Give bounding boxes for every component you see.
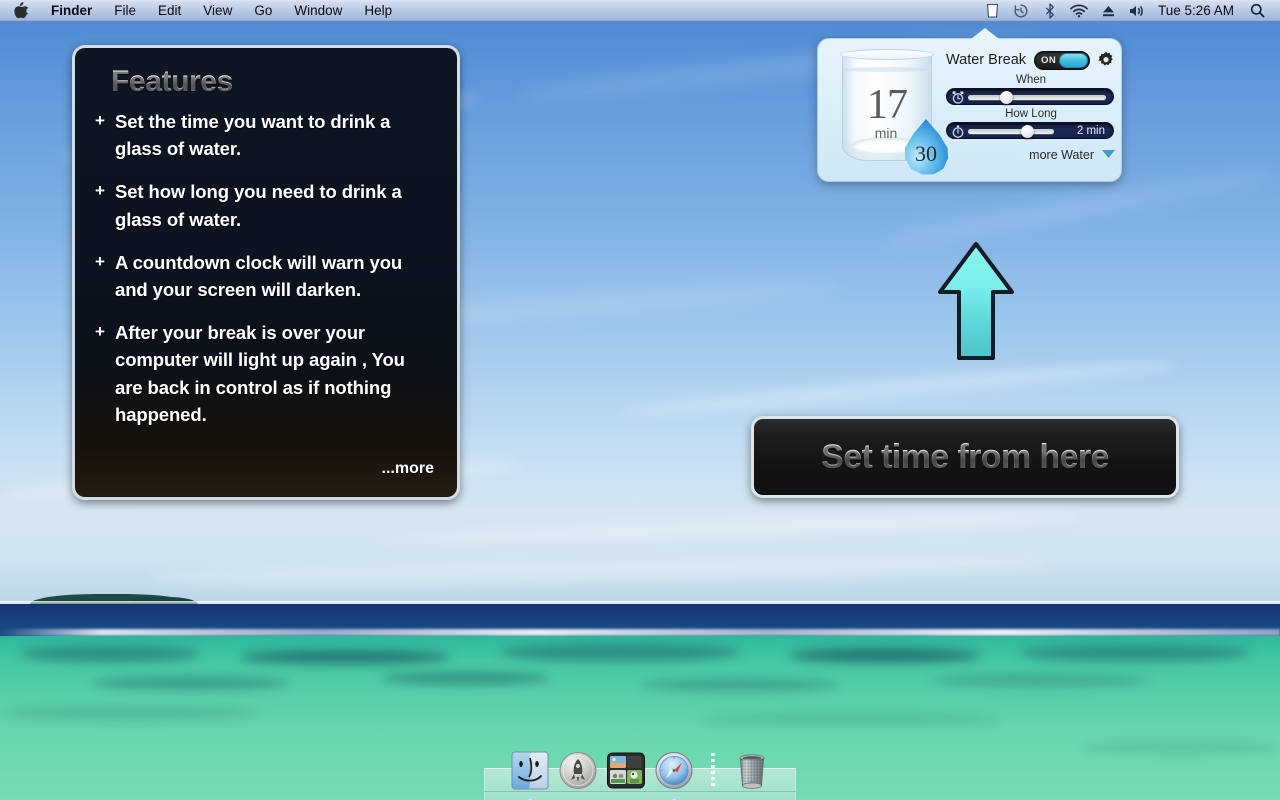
callout-banner: Set time from here xyxy=(751,416,1179,498)
reef-patch xyxy=(1080,740,1280,756)
feature-text: A countdown clock will warn you and your… xyxy=(115,249,437,303)
features-list: + Set the time you want to drink a glass… xyxy=(95,108,437,428)
dock-item-finder[interactable] xyxy=(510,750,550,792)
list-item: + Set how long you need to drink a glass… xyxy=(95,178,437,232)
reef-patch xyxy=(240,650,450,664)
toggle-label: ON xyxy=(1041,55,1056,66)
water-widget-controls: Water Break ON When xyxy=(946,49,1116,177)
menu-item-view[interactable]: View xyxy=(192,0,243,22)
menubar-status-area: Tue 5:26 AM xyxy=(978,0,1280,22)
menubar: Finder File Edit View Go Window Help xyxy=(0,0,1280,22)
water-glass-graphic: 17 min 30 xyxy=(830,47,950,177)
dock-item-trash[interactable] xyxy=(732,750,772,792)
reef-patch xyxy=(930,674,1150,687)
dock xyxy=(484,740,796,792)
volume-icon[interactable] xyxy=(1123,0,1152,22)
up-arrow-icon xyxy=(935,240,1017,362)
menu-item-window[interactable]: Window xyxy=(283,0,353,22)
droplet-value: 30 xyxy=(902,141,950,167)
feature-text: Set how long you need to drink a glass o… xyxy=(115,178,437,232)
menu-item-finder[interactable]: Finder xyxy=(40,0,103,22)
reef-patch xyxy=(1020,645,1250,661)
plus-icon: + xyxy=(95,108,115,162)
wifi-icon[interactable] xyxy=(1065,0,1094,22)
gear-icon[interactable] xyxy=(1097,51,1115,69)
water-glass-icon[interactable] xyxy=(978,0,1007,22)
alarm-clock-icon xyxy=(951,91,965,104)
desktop: Finder File Edit View Go Window Help xyxy=(0,0,1280,800)
plus-icon: + xyxy=(95,249,115,303)
howlong-slider-label: How Long xyxy=(946,108,1116,120)
reef-patch xyxy=(20,646,200,662)
dock-separator xyxy=(711,753,715,789)
feature-text: Set the time you want to drink a glass o… xyxy=(115,108,437,162)
reef-patch xyxy=(380,672,550,685)
feature-text: After your break is over your computer w… xyxy=(115,319,437,428)
more-link[interactable]: ...more xyxy=(382,460,434,478)
more-water-row[interactable]: more Water xyxy=(946,146,1116,164)
when-slider-knob[interactable] xyxy=(1000,91,1013,104)
water-break-widget: 17 min 30 Water Break ON xyxy=(817,38,1122,182)
reef-patch xyxy=(700,712,1000,726)
menu-item-help[interactable]: Help xyxy=(353,0,403,22)
list-item: + Set the time you want to drink a glass… xyxy=(95,108,437,162)
dock-item-safari[interactable] xyxy=(654,750,694,792)
menubar-clock[interactable]: Tue 5:26 AM xyxy=(1152,3,1243,18)
page-title: Features xyxy=(111,65,437,99)
callout-text: Set time from here xyxy=(821,438,1109,477)
search-icon[interactable] xyxy=(1243,0,1272,22)
stopwatch-icon xyxy=(951,125,965,138)
glass-water-line xyxy=(844,67,930,72)
glass-rim xyxy=(840,49,934,60)
menu-item-edit[interactable]: Edit xyxy=(147,0,192,22)
when-slider[interactable] xyxy=(946,88,1114,105)
when-slider-label: When xyxy=(946,74,1116,86)
howlong-slider-knob[interactable] xyxy=(1021,125,1034,138)
more-water-label: more Water xyxy=(1029,148,1094,162)
menu-item-go[interactable]: Go xyxy=(243,0,283,22)
bluetooth-icon[interactable] xyxy=(1036,0,1065,22)
apple-logo-icon[interactable] xyxy=(0,0,40,22)
reef-patch xyxy=(640,678,840,692)
features-panel: Features + Set the time you want to drin… xyxy=(72,45,460,500)
when-slider-rail xyxy=(968,95,1106,100)
widget-header: Water Break ON xyxy=(946,49,1116,71)
eject-icon[interactable] xyxy=(1094,0,1123,22)
list-item: + After your break is over your computer… xyxy=(95,319,437,428)
howlong-slider[interactable]: 2 min xyxy=(946,122,1114,139)
reef-patch xyxy=(0,706,260,720)
reef-patch xyxy=(90,676,290,690)
toggle-knob xyxy=(1059,53,1088,68)
menu-item-file[interactable]: File xyxy=(103,0,147,22)
water-droplet-badge: 30 xyxy=(902,119,950,175)
howlong-slider-value: 2 min xyxy=(1077,125,1105,137)
list-item: + A countdown clock will warn you and yo… xyxy=(95,249,437,303)
plus-icon: + xyxy=(95,319,115,428)
widget-pointer-notch xyxy=(971,28,999,39)
plus-icon: + xyxy=(95,178,115,232)
breaking-wave-line xyxy=(0,629,1280,636)
reef-patch xyxy=(790,648,980,663)
water-break-toggle[interactable]: ON xyxy=(1034,51,1090,70)
menubar-left: Finder File Edit View Go Window Help xyxy=(0,0,403,22)
chevron-down-icon[interactable] xyxy=(1101,146,1116,164)
reef-patch xyxy=(500,644,740,661)
widget-title: Water Break xyxy=(946,52,1026,68)
time-machine-icon[interactable] xyxy=(1007,0,1036,22)
dock-item-apps-folder[interactable] xyxy=(606,750,646,792)
dock-item-launchpad[interactable] xyxy=(558,750,598,792)
howlong-slider-rail xyxy=(968,129,1054,134)
